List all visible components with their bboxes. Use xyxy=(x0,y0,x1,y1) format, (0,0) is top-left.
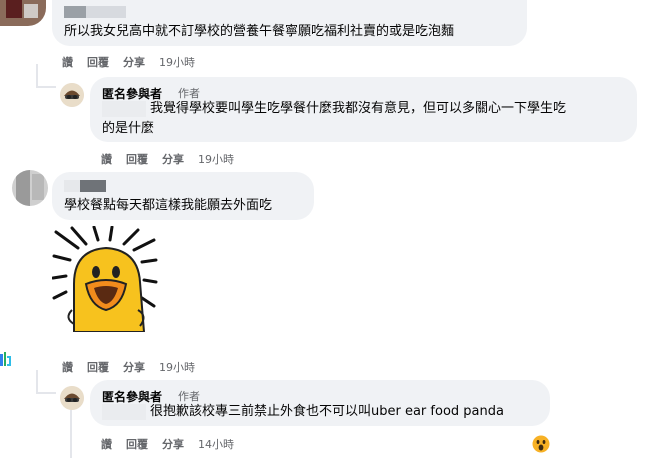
share-button[interactable]: 分享 xyxy=(123,359,145,375)
share-button[interactable]: 分享 xyxy=(123,54,145,70)
edge-fragment xyxy=(0,352,12,366)
like-button[interactable]: 讚 xyxy=(62,359,73,375)
commenter-name-redacted xyxy=(86,6,126,18)
like-button[interactable]: 讚 xyxy=(101,151,112,167)
reply-actions: 讚 回覆 分享 19小時 xyxy=(101,151,234,167)
like-button[interactable]: 讚 xyxy=(62,54,73,70)
reply-bubble: 匿名參與者 作者 我覺得學校要叫學生吃學餐什麼我都沒有意見，但可以多關心一下學生… xyxy=(90,77,637,142)
reply-button[interactable]: 回覆 xyxy=(126,436,148,452)
timestamp[interactable]: 14小時 xyxy=(198,436,234,452)
anonymous-avatar-icon[interactable] xyxy=(60,83,84,107)
anonymous-avatar-icon[interactable] xyxy=(60,386,84,410)
shocked-duck-sticker[interactable] xyxy=(51,225,158,333)
timestamp[interactable]: 19小時 xyxy=(159,359,195,375)
comment-actions: 讚 回覆 分享 19小時 xyxy=(62,54,195,70)
reply-text: 很抱歉該校專三前禁止外食也不可以叫uber ear food panda xyxy=(150,404,504,419)
wow-reaction-icon[interactable] xyxy=(532,435,550,453)
thread-line xyxy=(36,64,38,88)
reply-text-line-2: 的是什麼 xyxy=(102,121,155,136)
commenter-name-redacted xyxy=(64,180,80,192)
reply-button[interactable]: 回覆 xyxy=(126,151,148,167)
comment-bubble: 所以我女兒高中就不訂學校的營養午餐寧願吃福利社賣的或是吃泡麵 xyxy=(52,0,527,46)
timestamp[interactable]: 19小時 xyxy=(198,151,234,167)
thread-line xyxy=(36,392,56,394)
reply-button[interactable]: 回覆 xyxy=(87,359,109,375)
comment-text: 學校餐點每天都這樣我能願去外面吃 xyxy=(64,198,273,213)
reply-actions: 讚 回覆 分享 14小時 xyxy=(101,436,234,452)
avatar[interactable] xyxy=(12,170,48,206)
redacted-text xyxy=(102,101,146,117)
timestamp[interactable]: 19小時 xyxy=(159,54,195,70)
reply-button[interactable]: 回覆 xyxy=(87,54,109,70)
share-button[interactable]: 分享 xyxy=(162,151,184,167)
comment-text: 所以我女兒高中就不訂學校的營養午餐寧願吃福利社賣的或是吃泡麵 xyxy=(64,24,455,39)
commenter-name-redacted xyxy=(80,180,106,192)
reply-bubble: 匿名參與者 作者 很抱歉該校專三前禁止外食也不可以叫uber ear food … xyxy=(90,380,550,426)
thread-line xyxy=(36,370,38,394)
comment-actions: 讚 回覆 分享 19小時 xyxy=(62,359,195,375)
avatar[interactable] xyxy=(0,0,46,26)
comment-bubble: 學校餐點每天都這樣我能願去外面吃 xyxy=(52,172,314,220)
commenter-name-redacted xyxy=(64,6,86,18)
thread-line xyxy=(70,410,72,458)
like-button[interactable]: 讚 xyxy=(101,436,112,452)
thread-line xyxy=(36,86,56,88)
reply-text-line-1: 我覺得學校要叫學生吃學餐什麼我都沒有意見，但可以多關心一下學生吃 xyxy=(150,101,567,116)
redacted-text xyxy=(102,404,146,420)
share-button[interactable]: 分享 xyxy=(162,436,184,452)
